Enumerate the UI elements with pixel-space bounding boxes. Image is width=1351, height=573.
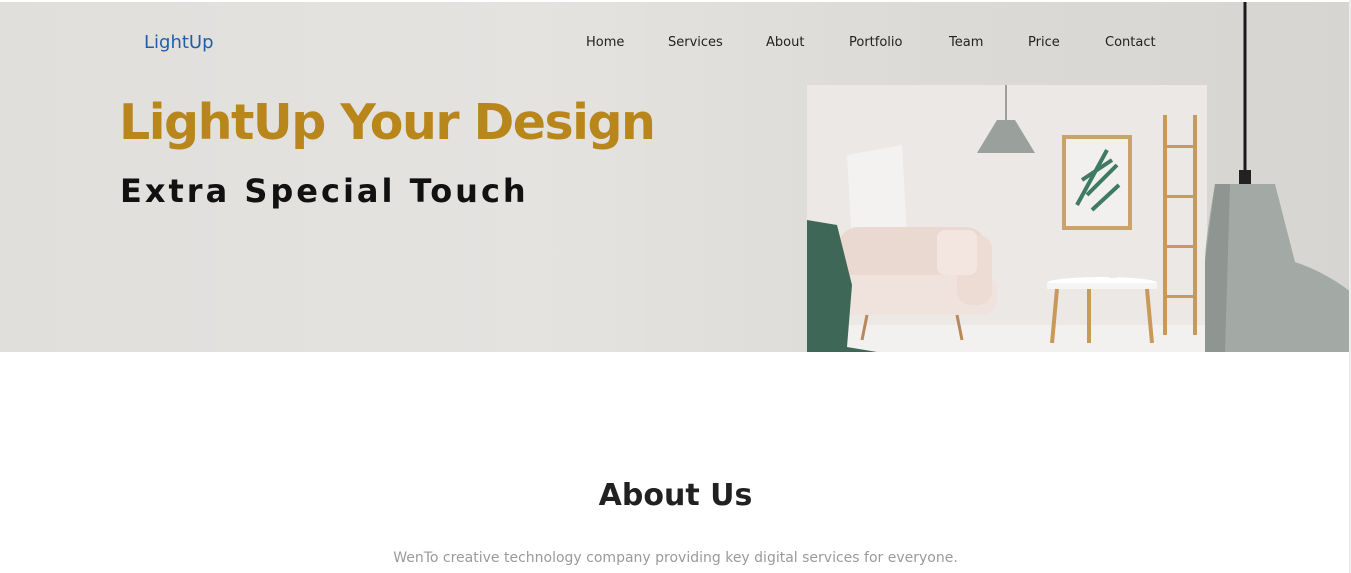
- about-description: WenTo creative technology company provid…: [393, 550, 958, 566]
- nav-contact[interactable]: Contact: [1105, 35, 1156, 50]
- nav-about[interactable]: About: [766, 35, 804, 50]
- nav-team[interactable]: Team: [949, 35, 983, 50]
- nav-price[interactable]: Price: [1028, 35, 1060, 50]
- about-title: About Us: [598, 478, 753, 513]
- room-interior-image: [807, 85, 1207, 352]
- hero-subtitle: Extra Special Touch: [120, 172, 529, 210]
- nav-portfolio[interactable]: Portfolio: [849, 35, 902, 50]
- hero-title: LightUp Your Design: [119, 94, 656, 151]
- nav-services[interactable]: Services: [668, 35, 723, 50]
- logo-link[interactable]: LightUp: [144, 32, 214, 53]
- hanging-lamp-image: [1205, 2, 1349, 352]
- nav-home[interactable]: Home: [586, 35, 624, 50]
- hero-section: LightUp Home Services About Portfolio Te…: [0, 2, 1349, 352]
